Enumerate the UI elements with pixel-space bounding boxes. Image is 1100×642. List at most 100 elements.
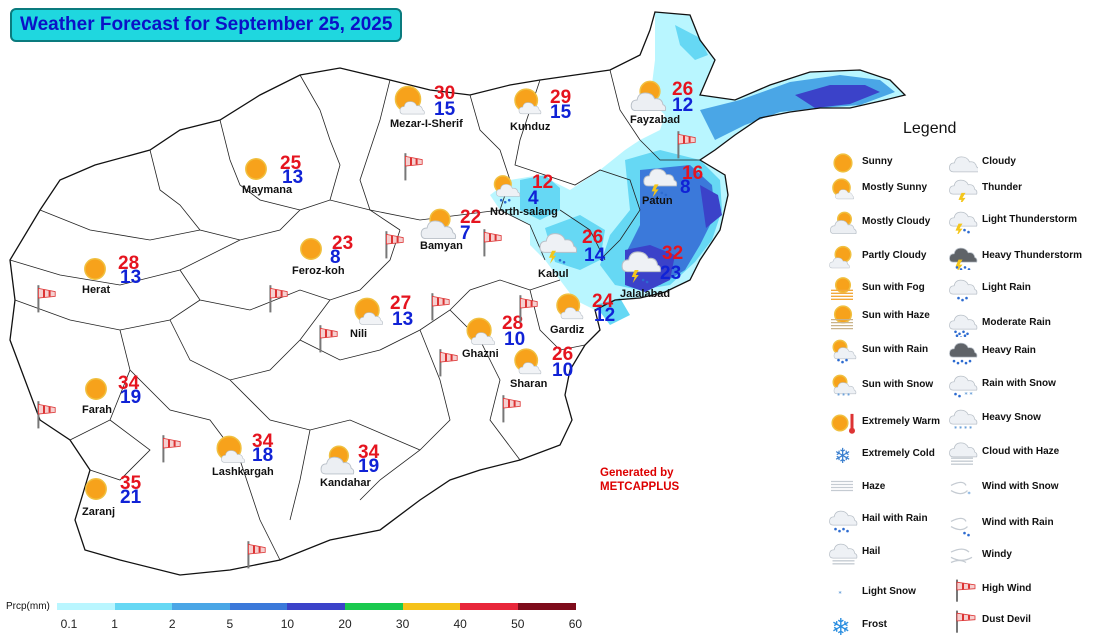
city-name: Herat bbox=[82, 284, 111, 296]
mostly-cloudy-icon bbox=[828, 210, 858, 236]
generator-credit: Generated by METCAPPLUS bbox=[600, 466, 679, 494]
city-name: Farah bbox=[82, 404, 112, 416]
city-forecast-kandahar: 34 19 Kandahar bbox=[318, 443, 448, 513]
city-name: Kabul bbox=[538, 268, 569, 280]
colorbar-tick-label: 5 bbox=[226, 617, 234, 631]
heavy-thunderstorm-icon bbox=[948, 244, 978, 273]
high-wind-icon bbox=[424, 290, 452, 321]
min-temperature: 19 bbox=[358, 456, 380, 477]
city-name: Nili bbox=[350, 328, 368, 340]
light-rain-icon bbox=[948, 276, 978, 302]
wind-rain-icon bbox=[948, 511, 978, 537]
high-wind-icon bbox=[30, 398, 58, 429]
legend-label: Heavy Rain bbox=[982, 345, 1036, 356]
min-temperature: 15 bbox=[550, 102, 572, 123]
legend-label: Moderate Rain bbox=[982, 317, 1051, 328]
legend-label: Light Snow bbox=[862, 586, 916, 597]
city-name: Feroz-koh bbox=[292, 265, 345, 277]
min-temperature: 13 bbox=[120, 267, 142, 288]
min-temperature: 19 bbox=[120, 387, 142, 408]
sun-snow-icon: * * * bbox=[828, 373, 858, 400]
cloudy-icon bbox=[948, 150, 980, 176]
city-forecast-patun: 16 8 Patun bbox=[642, 162, 772, 232]
credit-line-2: METCAPPLUS bbox=[600, 481, 680, 493]
colorbar-segment bbox=[460, 603, 519, 610]
light-thunderstorm-icon bbox=[948, 208, 978, 237]
heavy-snow-icon: * * * * bbox=[948, 406, 978, 433]
svg-text:*: * bbox=[954, 426, 958, 432]
city-forecast-sharan: 26 10 Sharan bbox=[510, 345, 640, 415]
legend-label: Mostly Sunny bbox=[862, 182, 928, 193]
svg-text:❄: ❄ bbox=[834, 444, 851, 468]
city-forecast-maymana: 25 13 Maymana bbox=[240, 150, 370, 220]
rain-snow-icon: * * bbox=[948, 372, 978, 399]
sunny-icon bbox=[296, 234, 326, 269]
sunny-icon bbox=[828, 150, 858, 176]
city-name: Ghazni bbox=[462, 348, 499, 360]
colorbar-segment bbox=[345, 603, 404, 610]
high-wind-icon bbox=[30, 282, 58, 313]
svg-text:*: * bbox=[959, 426, 963, 432]
high-wind-icon bbox=[378, 228, 406, 259]
sun-rain-icon bbox=[828, 338, 858, 364]
light-thunderstorm-icon bbox=[538, 228, 578, 271]
sun-fog-icon bbox=[828, 276, 858, 302]
high-wind-icon bbox=[476, 226, 504, 257]
haze-icon bbox=[828, 475, 858, 501]
legend-label: Mostly Cloudy bbox=[862, 216, 931, 227]
colorbar-tick-label: 50 bbox=[511, 617, 525, 631]
colorbar-segment bbox=[287, 603, 346, 610]
colorbar-tick-label: 2 bbox=[168, 617, 176, 631]
legend-label: Dust Devil bbox=[982, 614, 1031, 625]
colorbar-tick-label: 1 bbox=[111, 617, 118, 631]
min-temperature: 18 bbox=[252, 445, 274, 466]
colorbar-label: Prcp(mm) bbox=[6, 601, 50, 612]
legend-label: Windy bbox=[982, 549, 1012, 560]
wind-snow-icon: * bbox=[948, 475, 978, 501]
high-wind-icon bbox=[240, 538, 268, 569]
legend-label: Sun with Rain bbox=[862, 344, 929, 355]
city-name: Zaranj bbox=[82, 506, 116, 518]
heavy-rain-icon bbox=[948, 339, 978, 365]
city-name: Maymana bbox=[242, 184, 293, 196]
svg-text:❄: ❄ bbox=[831, 613, 851, 639]
legend-label: Heavy Snow bbox=[982, 412, 1041, 423]
city-forecast-farah: 34 19 Farah bbox=[80, 374, 210, 444]
city-forecast-herat: 28 13 Herat bbox=[78, 254, 208, 324]
legend-label: Sun with Fog bbox=[862, 282, 925, 293]
city-name: Mezar-I-Sherif bbox=[390, 118, 463, 130]
windy-icon bbox=[948, 543, 978, 569]
high-wind-icon bbox=[670, 128, 698, 159]
cloud-haze-icon bbox=[948, 440, 978, 468]
min-temperature: 23 bbox=[660, 263, 682, 284]
legend-label: Sun with Haze bbox=[862, 310, 930, 321]
min-temperature: 10 bbox=[552, 360, 574, 381]
min-temperature: 13 bbox=[392, 309, 414, 330]
hail-rain-icon bbox=[828, 507, 858, 533]
city-forecast-nili: 27 13 Nili bbox=[350, 294, 480, 364]
city-forecast-kunduz: 29 15 Kunduz bbox=[510, 85, 640, 155]
svg-text:*: * bbox=[969, 426, 973, 432]
city-name: Kunduz bbox=[510, 121, 551, 133]
partly-cloudy-icon bbox=[828, 244, 858, 270]
min-temperature: 14 bbox=[584, 245, 606, 266]
colorbar-tick-label: 30 bbox=[395, 617, 410, 631]
light-thunderstorm-icon bbox=[620, 246, 662, 291]
legend-label: Thunder bbox=[982, 182, 1022, 193]
colorbar-tick-label: 20 bbox=[338, 617, 352, 631]
min-temperature: 12 bbox=[594, 305, 616, 326]
sunny-icon bbox=[80, 474, 112, 509]
svg-text:*: * bbox=[968, 491, 972, 498]
city-forecast-mezar-i-sherif: 30 15 Mezar-I-Sherif bbox=[390, 82, 520, 152]
svg-text:*: * bbox=[839, 591, 843, 598]
frost-icon: ❄ bbox=[828, 613, 858, 641]
colorbar-segment bbox=[57, 603, 116, 610]
colorbar-segment bbox=[517, 603, 576, 610]
max-temperature: 32 bbox=[662, 243, 684, 264]
legend-label: Extremely Cold bbox=[862, 448, 935, 459]
city-name: Lashkargah bbox=[212, 466, 274, 478]
legend-label: High Wind bbox=[982, 583, 1032, 594]
colorbar-segment bbox=[229, 603, 288, 610]
legend-label: Frost bbox=[862, 619, 887, 630]
legend-label: Sunny bbox=[862, 156, 893, 167]
